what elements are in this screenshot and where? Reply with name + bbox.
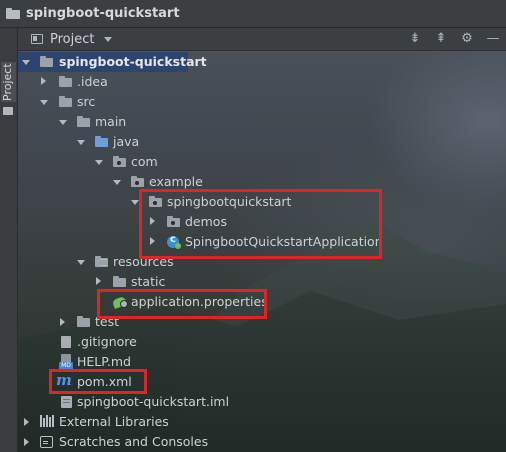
tree-label-com[interactable]: com: [131, 154, 158, 169]
tree-label-scratches[interactable]: Scratches and Consoles: [59, 434, 208, 449]
project-tool-tab[interactable]: Project: [1, 62, 16, 102]
expand-arrow-icon[interactable]: [22, 60, 30, 65]
collapse-arrow-icon[interactable]: [41, 77, 46, 85]
project-view-selector[interactable]: Project: [50, 32, 94, 47]
tree-label-example[interactable]: example: [149, 174, 203, 189]
collapse-arrow-icon[interactable]: [24, 438, 29, 446]
folder-icon: [6, 8, 20, 19]
module-file-icon: [61, 396, 72, 408]
title-bar: spingboot-quickstart: [0, 0, 506, 28]
file-icon: [61, 336, 71, 348]
collapse-arrow-icon[interactable]: [96, 277, 101, 285]
project-tree: spingboot-quickstart .idea src main java…: [18, 51, 506, 452]
expand-arrow-icon[interactable]: [131, 200, 139, 205]
collapse-all-icon[interactable]: ⇞: [434, 32, 448, 46]
tree-label-iml[interactable]: spingboot-quickstart.iml: [77, 394, 229, 409]
project-view-icon: [31, 34, 43, 44]
minimize-icon[interactable]: —: [486, 32, 500, 46]
tree-label-root[interactable]: spingboot-quickstart: [59, 54, 207, 69]
highlight-box: [139, 189, 382, 259]
tree-label-java[interactable]: java: [113, 134, 139, 149]
scratches-icon: [40, 436, 53, 448]
gear-icon[interactable]: ⚙: [460, 32, 474, 46]
tool-window-strip: Project: [0, 28, 18, 452]
tree-label-help[interactable]: HELP.md: [77, 354, 131, 369]
highlight-box: [97, 289, 267, 319]
expand-all-icon[interactable]: ⇟: [408, 32, 422, 46]
libraries-icon: [40, 415, 54, 427]
folder-icon: [40, 56, 53, 68]
tree-label-main[interactable]: main: [95, 114, 126, 129]
highlight-box: [49, 369, 147, 394]
expand-arrow-icon[interactable]: [113, 180, 121, 185]
collapse-arrow-icon[interactable]: [60, 318, 65, 326]
expand-arrow-icon[interactable]: [59, 120, 67, 125]
window-title: spingboot-quickstart: [26, 6, 180, 21]
tree-label-idea[interactable]: .idea: [77, 74, 108, 89]
folder-icon: [95, 136, 108, 148]
folder-icon: [77, 316, 90, 328]
project-panel-header: Project ⇟ ⇞ ⚙ —: [18, 28, 506, 51]
tree-label-external-libraries[interactable]: External Libraries: [59, 414, 169, 429]
expand-arrow-icon[interactable]: [95, 160, 103, 165]
expand-arrow-icon[interactable]: [40, 100, 48, 105]
folder-icon: [59, 96, 72, 108]
chevron-down-icon[interactable]: [104, 36, 113, 42]
folder-icon: [113, 276, 126, 288]
collapse-arrow-icon[interactable]: [24, 418, 29, 426]
expand-arrow-icon[interactable]: [77, 140, 85, 145]
tree-label-static[interactable]: static: [131, 274, 165, 289]
folder-icon: [77, 116, 90, 128]
tree-label-src[interactable]: src: [77, 94, 95, 109]
folder-icon: [59, 76, 72, 88]
expand-arrow-icon[interactable]: [77, 260, 85, 265]
tree-label-gitignore[interactable]: .gitignore: [77, 334, 137, 349]
folder-icon[interactable]: [3, 107, 13, 115]
